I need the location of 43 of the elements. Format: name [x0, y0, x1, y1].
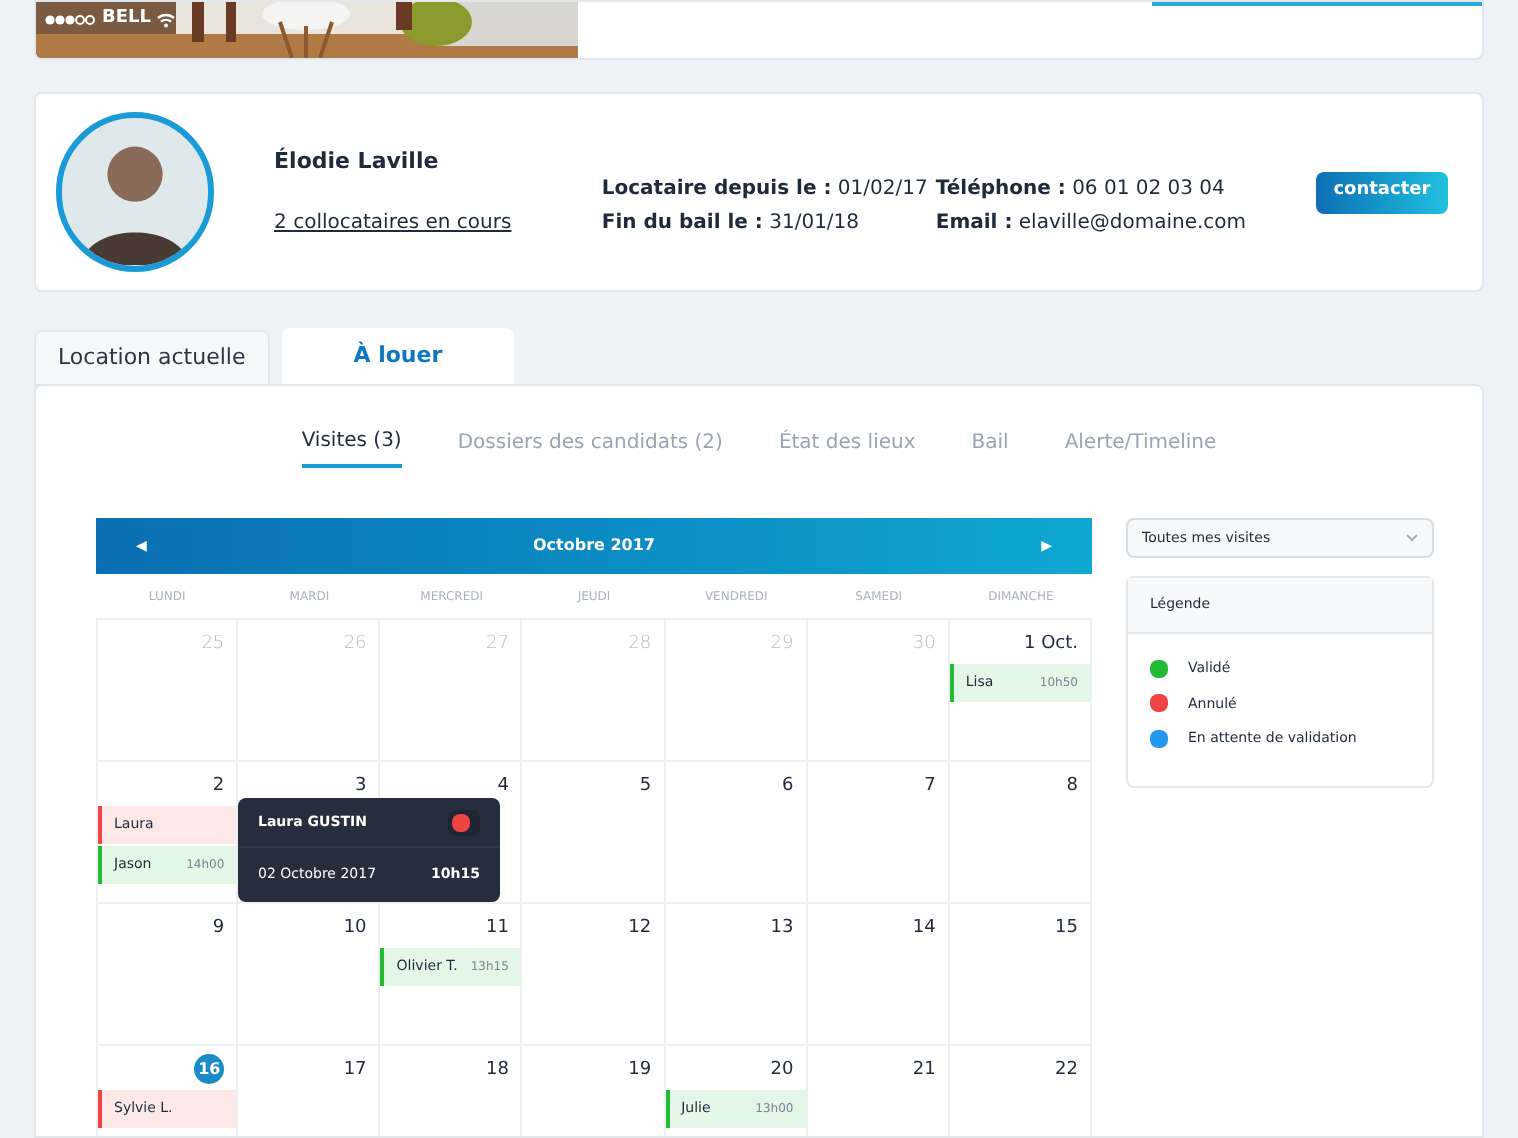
day-number: 9: [212, 916, 225, 942]
info-field: Fin du bail le : 31/01/18: [601, 208, 936, 238]
day-number: 4: [497, 774, 509, 800]
day-number: 28: [628, 632, 652, 658]
day-number: 19: [628, 1058, 652, 1084]
tab[interactable]: À louer: [281, 328, 515, 386]
day-number: 21: [912, 1058, 936, 1084]
day-number: 8: [1066, 774, 1078, 800]
day-number: 22: [1055, 1058, 1078, 1084]
status-color-picker[interactable]: [448, 809, 480, 835]
tab[interactable]: Location actuelle: [34, 330, 270, 386]
day-number: 18: [485, 1058, 509, 1084]
sub-tab[interactable]: Visites (3): [301, 426, 402, 468]
day-number: 5: [639, 774, 652, 800]
day-number: 12: [628, 916, 652, 942]
chevron-down-icon: [1406, 534, 1418, 542]
day-number: 13: [770, 916, 794, 942]
day-number: 26: [343, 632, 367, 658]
day-number: 2: [212, 774, 225, 800]
day-number: 11: [485, 916, 509, 942]
day-number: 17: [343, 1058, 367, 1084]
info-field: Téléphone : 06 01 02 03 04: [935, 174, 1316, 204]
carrier-name: BELL: [102, 6, 151, 32]
day-number: 30: [912, 632, 936, 658]
day-number: 15: [1055, 916, 1078, 942]
day-number: 27: [485, 632, 509, 658]
day-number: 1 Oct.: [1023, 632, 1078, 658]
tenant-name: Élodie Laville: [274, 146, 441, 179]
month-title: Octobre 2017: [532, 534, 655, 558]
info-field: Locataire depuis le : 01/02/17: [601, 174, 936, 204]
day-number: 7: [924, 774, 936, 800]
day-number: 29: [770, 632, 794, 658]
day-number: 20: [770, 1058, 794, 1084]
day-number: 10: [343, 916, 367, 942]
day-number: 14: [912, 916, 936, 942]
day-number: 25: [201, 632, 225, 658]
day-number: 3: [355, 774, 367, 800]
wifi-icon: [156, 11, 177, 28]
day-number: 6: [781, 774, 794, 800]
signal-icon: [44, 13, 96, 26]
day-number: 16: [194, 1054, 225, 1084]
info-field: Email : elaville@domaine.com: [935, 208, 1316, 238]
roommates-link[interactable]: 2 collocataires en cours: [274, 207, 602, 238]
